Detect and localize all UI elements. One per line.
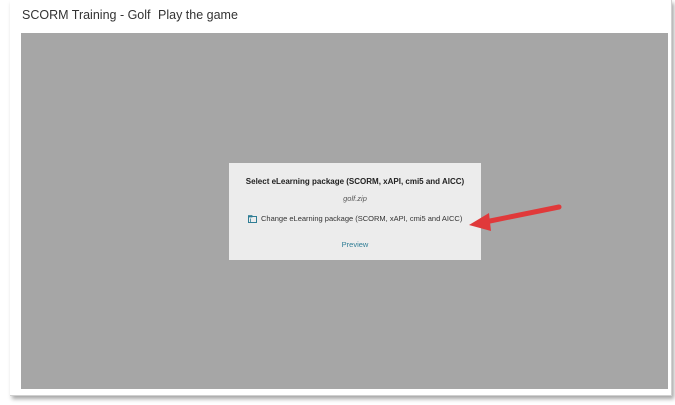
course-title: SCORM Training - Golf bbox=[22, 8, 151, 22]
change-package-button[interactable]: Change eLearning package (SCORM, xAPI, c… bbox=[248, 214, 462, 223]
package-filename: golf.zip bbox=[343, 194, 367, 203]
window-title: SCORM Training - Golf Play the game bbox=[22, 8, 238, 26]
arrow-head bbox=[469, 213, 491, 231]
package-dialog: Select eLearning package (SCORM, xAPI, c… bbox=[229, 163, 481, 260]
app-window: SCORM Training - Golf Play the game Sele… bbox=[10, 0, 672, 396]
content-area: Select eLearning package (SCORM, xAPI, c… bbox=[21, 33, 668, 389]
change-package-label: Change eLearning package (SCORM, xAPI, c… bbox=[261, 214, 463, 223]
arrow-icon bbox=[482, 204, 562, 225]
dialog-title: Select eLearning package (SCORM, xAPI, c… bbox=[245, 177, 465, 186]
activity-title: Play the game bbox=[158, 8, 238, 22]
preview-link[interactable]: Preview bbox=[229, 240, 481, 249]
folder-icon bbox=[248, 214, 257, 223]
red-arrow-annotation bbox=[469, 204, 562, 231]
